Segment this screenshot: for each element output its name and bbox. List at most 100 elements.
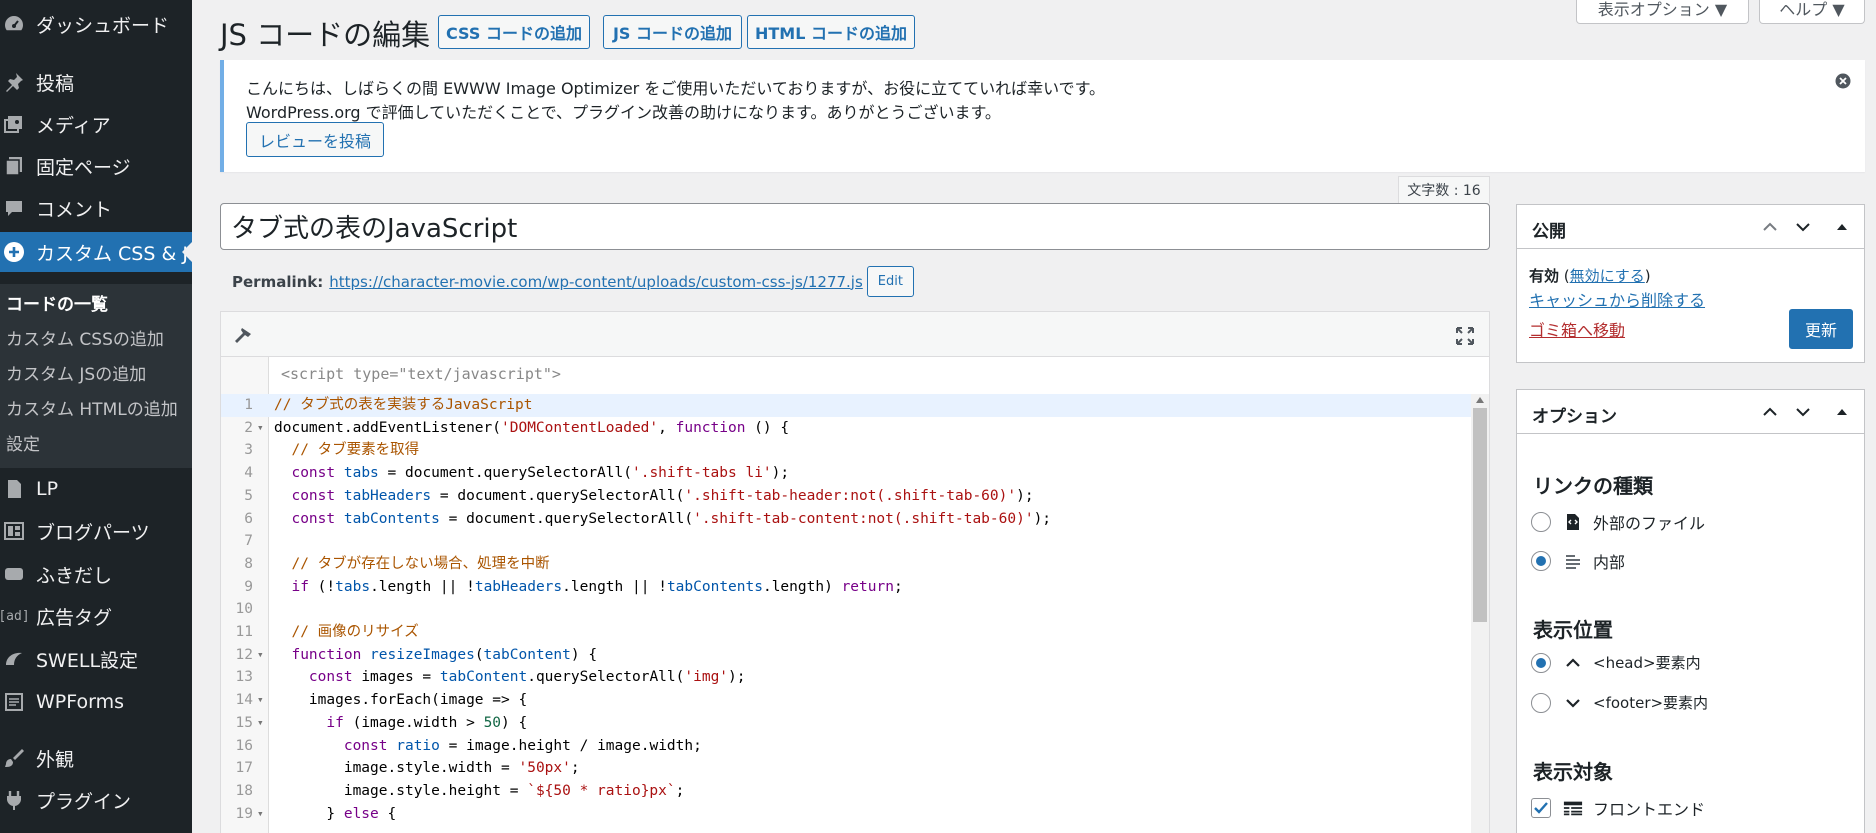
fold-toggle-icon[interactable]: ▾ bbox=[257, 644, 264, 667]
option-label: フロントエンド bbox=[1593, 800, 1706, 819]
radio-internal[interactable] bbox=[1531, 551, 1551, 571]
add-css-code-button[interactable]: CSS コードの追加 bbox=[438, 15, 590, 49]
code-line[interactable]: 10 bbox=[221, 598, 1471, 621]
fold-toggle-icon[interactable]: ▾ bbox=[257, 712, 264, 735]
submenu-item-add-js[interactable]: カスタム JSの追加 bbox=[6, 360, 146, 385]
scroll-up-arrow-icon[interactable] bbox=[1476, 397, 1484, 403]
sidebar-item-wpforms[interactable]: WPForms bbox=[0, 686, 192, 718]
move-to-trash-link[interactable]: ゴミ箱へ移動 bbox=[1529, 317, 1625, 341]
sidebar-item-posts[interactable]: 投稿 bbox=[0, 66, 192, 98]
toggle-panel-icon[interactable] bbox=[1833, 218, 1851, 236]
position-footer-option[interactable]: <footer>要素内 bbox=[1531, 692, 1708, 713]
code-line[interactable]: 5 const tabHeaders = document.querySelec… bbox=[221, 485, 1471, 508]
code-text: // タブ式の表を実装するJavaScript bbox=[274, 397, 533, 413]
sidebar-item-blog-parts[interactable]: ブログパーツ bbox=[0, 515, 192, 547]
sidebar-item-media[interactable]: メディア bbox=[0, 108, 192, 140]
document-icon bbox=[2, 477, 26, 501]
code-line[interactable]: 13 const images = tabContent.querySelect… bbox=[221, 666, 1471, 689]
submenu-item-code-list[interactable]: コードの一覧 bbox=[6, 290, 108, 315]
code-line[interactable]: 11 // 画像のリサイズ bbox=[221, 621, 1471, 644]
editor-scrollbar[interactable] bbox=[1471, 394, 1489, 833]
add-html-code-button[interactable]: HTML コードの追加 bbox=[747, 15, 915, 49]
fold-toggle-icon[interactable]: ▾ bbox=[257, 803, 264, 826]
code-line[interactable]: 7 bbox=[221, 530, 1471, 553]
dismiss-notice-icon[interactable] bbox=[1835, 73, 1851, 89]
page-icon bbox=[2, 154, 26, 178]
hammer-icon[interactable] bbox=[233, 325, 255, 347]
submenu-item-settings[interactable]: 設定 bbox=[6, 430, 40, 455]
radio-external[interactable] bbox=[1531, 512, 1551, 532]
comment-icon bbox=[2, 196, 26, 220]
fold-toggle-icon[interactable]: ▾ bbox=[257, 689, 264, 712]
page-title: JS コードの編集 bbox=[220, 18, 431, 52]
line-number: 19 bbox=[235, 805, 253, 822]
radio-footer[interactable] bbox=[1531, 692, 1551, 713]
code-line[interactable]: 14 ▾ images.forEach(image => { bbox=[221, 689, 1471, 712]
code-line[interactable]: 15 ▾ if (image.width > 50) { bbox=[221, 712, 1471, 735]
scroll-thumb[interactable] bbox=[1473, 408, 1487, 622]
toggle-panel-icon[interactable] bbox=[1833, 403, 1851, 421]
editor-toolbar bbox=[221, 312, 1489, 357]
code-text: function resizeImages(tabContent) { bbox=[291, 646, 598, 663]
fold-toggle-icon[interactable]: ▾ bbox=[257, 417, 264, 440]
permalink-edit-button[interactable]: Edit bbox=[866, 266, 914, 297]
publish-box-header: 公開 bbox=[1517, 205, 1864, 249]
sidebar-item-label: プラグイン bbox=[36, 790, 132, 813]
code-line[interactable]: 12 ▾ function resizeImages(tabContent) { bbox=[221, 644, 1471, 667]
deactivate-link[interactable]: 無効にする bbox=[1570, 267, 1645, 285]
chevron-down-icon bbox=[1563, 693, 1583, 713]
sidebar-item-fukidashi[interactable]: ふきだし bbox=[0, 558, 192, 590]
clear-cache-link[interactable]: キャッシュから削除する bbox=[1529, 287, 1705, 311]
code-line[interactable]: 2 ▾ document.addEventListener('DOMContentL… bbox=[221, 417, 1471, 440]
code-line[interactable]: 16 const ratio = image.height / image.wi… bbox=[221, 735, 1471, 758]
target-frontend-option[interactable]: フロントエンド bbox=[1531, 796, 1705, 820]
line-number: 8 bbox=[244, 555, 253, 572]
code-line[interactable]: 4 const tabs = document.querySelectorAll… bbox=[221, 462, 1471, 485]
sidebar-item-ad-tag[interactable]: [ad] 広告タグ bbox=[0, 600, 192, 632]
code-line[interactable]: 19 ▾ } else { bbox=[221, 803, 1471, 826]
option-label: 外部のファイル bbox=[1593, 514, 1706, 533]
code-line[interactable]: 3 // タブ要素を取得 bbox=[221, 439, 1471, 462]
code-text: const tabs = document.querySelectorAll('… bbox=[291, 465, 790, 482]
code-line[interactable]: 9 if (!tabs.length || !tabHeaders.length… bbox=[221, 576, 1471, 599]
code-text: } else { bbox=[274, 805, 397, 822]
position-head-option[interactable]: <head>要素内 bbox=[1531, 652, 1701, 673]
chevron-up-icon[interactable] bbox=[1761, 218, 1779, 236]
code-title-input[interactable]: タブ式の表のJavaScript bbox=[220, 203, 1490, 250]
sidebar-item-dashboard[interactable]: ダッシュボード bbox=[0, 8, 192, 40]
sidebar-item-plugins[interactable]: プラグイン bbox=[0, 784, 192, 816]
code-line[interactable]: 18 image.style.height = `${50 * ratio}px… bbox=[221, 780, 1471, 803]
update-button[interactable]: 更新 bbox=[1789, 309, 1853, 349]
code-line[interactable]: 6 const tabContents = document.querySele… bbox=[221, 508, 1471, 531]
sidebar-item-label: ダッシュボード bbox=[36, 14, 170, 37]
permalink-link[interactable]: https://character-movie.com/wp-content/u… bbox=[329, 273, 863, 291]
sidebar-item-custom-css-js[interactable]: カスタム CSS & JS bbox=[0, 232, 192, 272]
sidebar-item-appearance[interactable]: 外観 bbox=[0, 742, 192, 774]
post-review-button[interactable]: レビューを投稿 bbox=[246, 122, 385, 157]
checkbox-frontend[interactable] bbox=[1531, 798, 1551, 818]
sidebar-item-swell-settings[interactable]: SWELL設定 bbox=[0, 643, 192, 675]
radio-head[interactable] bbox=[1531, 652, 1551, 673]
sidebar-item-pages[interactable]: 固定ページ bbox=[0, 150, 192, 182]
sidebar-item-comments[interactable]: コメント bbox=[0, 192, 192, 224]
fullscreen-icon[interactable] bbox=[1455, 326, 1475, 346]
chevron-down-icon[interactable] bbox=[1794, 218, 1812, 236]
sidebar-item-lp[interactable]: LP bbox=[0, 473, 192, 505]
link-type-external-option[interactable]: 外部のファイル bbox=[1531, 510, 1705, 534]
code-line[interactable]: 1 // タブ式の表を実装するJavaScript bbox=[221, 394, 1471, 417]
screen-options-tab[interactable]: 表示オプション ▼ bbox=[1576, 0, 1749, 24]
code-line[interactable]: 8 // タブが存在しない場合、処理を中断 bbox=[221, 553, 1471, 576]
add-js-code-button[interactable]: JS コードの追加 bbox=[603, 15, 742, 49]
link-type-internal-option[interactable]: 内部 bbox=[1531, 549, 1625, 573]
submenu-item-add-html[interactable]: カスタム HTMLの追加 bbox=[6, 395, 178, 420]
chevron-down-icon[interactable] bbox=[1794, 403, 1812, 421]
line-number: 12 bbox=[235, 646, 253, 663]
code-editor: <script type="text/javascript"> 1 // タブ式の… bbox=[220, 311, 1490, 833]
line-number: 1 bbox=[244, 397, 253, 413]
option-label: 内部 bbox=[1593, 553, 1626, 572]
chevron-up-icon[interactable] bbox=[1761, 403, 1779, 421]
code-line[interactable]: 17 image.style.width = '50px'; bbox=[221, 757, 1471, 780]
submenu-item-add-css[interactable]: カスタム CSSの追加 bbox=[6, 325, 164, 350]
help-tab[interactable]: ヘルプ ▼ bbox=[1759, 0, 1865, 24]
line-number: 7 bbox=[244, 533, 253, 550]
